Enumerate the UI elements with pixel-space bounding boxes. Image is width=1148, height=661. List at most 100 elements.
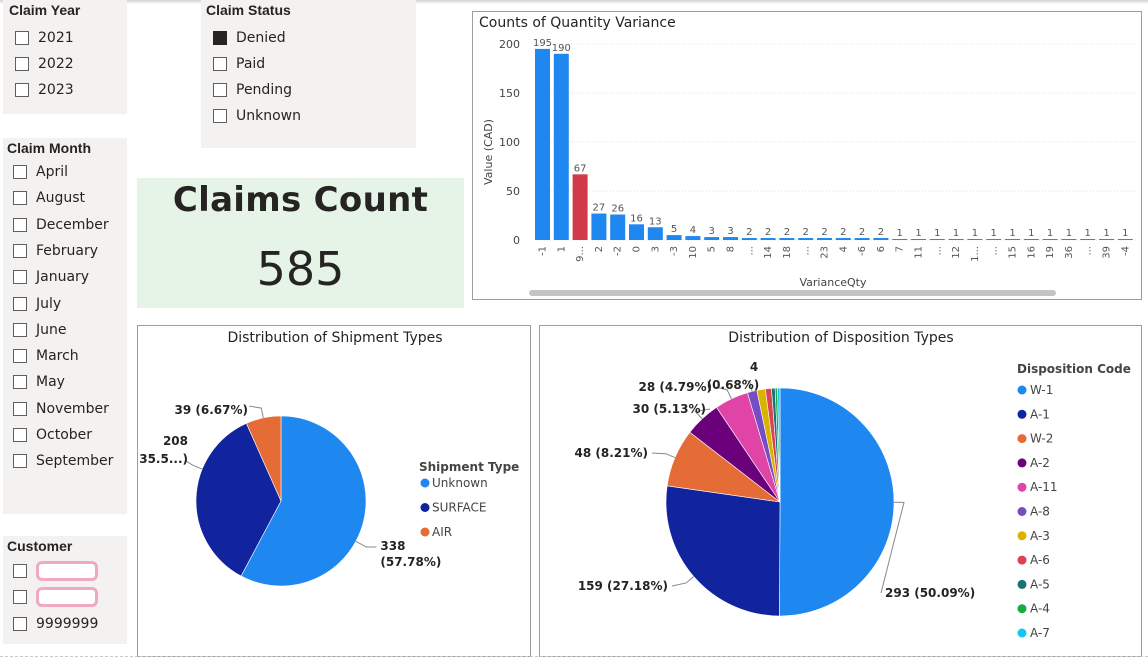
checkbox[interactable] bbox=[13, 217, 27, 232]
slicer-item-january[interactable]: January bbox=[13, 267, 89, 287]
checkbox[interactable] bbox=[213, 57, 227, 71]
pie-slice-a-1[interactable] bbox=[665, 485, 781, 617]
checkbox[interactable] bbox=[13, 617, 27, 631]
slicer-item-pending[interactable]: Pending bbox=[213, 80, 292, 100]
legend-item-air[interactable]: AIR bbox=[432, 525, 452, 539]
slicer-item-2022[interactable]: 2022 bbox=[15, 54, 74, 74]
bar[interactable] bbox=[704, 237, 720, 240]
bar[interactable] bbox=[967, 239, 983, 240]
legend-marker bbox=[1017, 482, 1027, 492]
quantity-variance-chart[interactable]: Counts of Quantity Variance 0 50 100 150 200… bbox=[472, 11, 1142, 300]
legend-item-a-2[interactable]: A-2 bbox=[1030, 456, 1050, 470]
bar[interactable] bbox=[854, 238, 870, 240]
bar[interactable] bbox=[553, 53, 569, 240]
bar[interactable] bbox=[1099, 239, 1114, 240]
slicer-item-november[interactable]: November bbox=[13, 399, 109, 419]
slicer-item-june[interactable]: June bbox=[13, 320, 67, 340]
claims-count-card[interactable]: Claims Count 585 bbox=[137, 178, 464, 308]
checkbox[interactable] bbox=[13, 191, 27, 206]
bar[interactable] bbox=[1080, 239, 1096, 240]
checkbox[interactable] bbox=[13, 428, 27, 442]
bar[interactable] bbox=[1042, 239, 1058, 240]
checkbox[interactable] bbox=[13, 564, 27, 578]
bar[interactable] bbox=[873, 238, 889, 240]
bar[interactable] bbox=[798, 238, 814, 240]
legend-item-a-1[interactable]: A-1 bbox=[1030, 407, 1050, 421]
pie-slice-w-1[interactable] bbox=[779, 387, 895, 617]
slicer-item-2021[interactable]: 2021 bbox=[15, 28, 74, 48]
bar[interactable] bbox=[629, 224, 644, 240]
checkbox-checked[interactable] bbox=[213, 31, 227, 45]
checkbox[interactable] bbox=[13, 296, 27, 311]
checkbox[interactable] bbox=[213, 109, 227, 123]
checkbox[interactable] bbox=[13, 165, 27, 179]
bar[interactable] bbox=[666, 235, 682, 240]
data-label: 208 bbox=[163, 434, 188, 448]
bar[interactable] bbox=[610, 214, 626, 240]
slicer-item-december[interactable]: December bbox=[13, 215, 109, 235]
checkbox[interactable] bbox=[13, 375, 27, 390]
bar[interactable] bbox=[591, 213, 607, 240]
checkbox[interactable] bbox=[13, 454, 27, 469]
legend-item-a-4[interactable]: A-4 bbox=[1030, 602, 1050, 616]
slicer-item-customer-redacted-1[interactable] bbox=[13, 561, 98, 581]
bar[interactable] bbox=[572, 174, 588, 240]
slicer-item-october[interactable]: October bbox=[13, 425, 92, 445]
checkbox[interactable] bbox=[13, 349, 27, 364]
slicer-item-august[interactable]: August bbox=[13, 188, 85, 208]
slicer-item-july[interactable]: July bbox=[13, 294, 61, 314]
horizontal-scrollbar[interactable] bbox=[529, 290, 1056, 296]
bar[interactable] bbox=[779, 238, 795, 240]
slicer-item-march[interactable]: March bbox=[13, 346, 79, 366]
bar[interactable] bbox=[986, 239, 1002, 240]
checkbox[interactable] bbox=[15, 83, 29, 97]
slicer-item-customer-redacted-2[interactable] bbox=[13, 587, 98, 607]
slicer-item-april[interactable]: April bbox=[13, 162, 68, 182]
legend-item-a-3[interactable]: A-3 bbox=[1030, 529, 1050, 543]
bar[interactable] bbox=[1117, 239, 1133, 240]
slicer-item-denied[interactable]: Denied bbox=[213, 28, 286, 48]
checkbox[interactable] bbox=[13, 401, 27, 416]
bar[interactable] bbox=[1005, 239, 1020, 240]
legend-item-a-7[interactable]: A-7 bbox=[1030, 626, 1050, 640]
legend-item-a-11[interactable]: A-11 bbox=[1030, 480, 1058, 494]
bar[interactable] bbox=[723, 237, 738, 240]
checkbox[interactable] bbox=[13, 590, 27, 604]
bar[interactable] bbox=[685, 236, 701, 240]
slicer-item-february[interactable]: February bbox=[13, 241, 98, 261]
checkbox[interactable] bbox=[13, 243, 27, 258]
legend-item-w-1[interactable]: W-1 bbox=[1030, 383, 1053, 397]
slicer-item-september[interactable]: September bbox=[13, 451, 113, 471]
slicer-item-unknown[interactable]: Unknown bbox=[213, 106, 301, 126]
slicer-item-2023[interactable]: 2023 bbox=[15, 80, 74, 100]
slicer-item-9999999[interactable]: 9999999 bbox=[13, 614, 98, 634]
bar[interactable] bbox=[760, 238, 776, 240]
bar[interactable] bbox=[817, 238, 832, 240]
bar[interactable] bbox=[741, 238, 757, 240]
checkbox[interactable] bbox=[13, 322, 27, 337]
bar[interactable] bbox=[948, 239, 964, 240]
bar[interactable] bbox=[647, 227, 663, 240]
slicer-item-may[interactable]: May bbox=[13, 372, 65, 392]
legend-item-surface[interactable]: SURFACE bbox=[432, 501, 487, 515]
bar[interactable] bbox=[835, 238, 851, 240]
checkbox[interactable] bbox=[213, 83, 227, 97]
slicer-item-paid[interactable]: Paid bbox=[213, 54, 265, 74]
bar[interactable] bbox=[535, 48, 550, 241]
legend-item-unknown[interactable]: Unknown bbox=[432, 476, 488, 490]
bar[interactable] bbox=[892, 239, 908, 240]
bar[interactable] bbox=[929, 239, 945, 240]
legend-item-a-8[interactable]: A-8 bbox=[1030, 505, 1050, 519]
disposition-types-pie[interactable]: Distribution of Disposition Types 293 (5… bbox=[539, 325, 1142, 657]
checkbox[interactable] bbox=[15, 57, 29, 71]
bar[interactable] bbox=[911, 239, 926, 240]
legend-item-w-2[interactable]: W-2 bbox=[1030, 432, 1053, 446]
shipment-types-pie[interactable]: Distribution of Shipment Types 338 (57.78… bbox=[134, 325, 531, 657]
bar[interactable] bbox=[1023, 239, 1039, 240]
bar[interactable] bbox=[1061, 239, 1077, 240]
legend-item-a-5[interactable]: A-5 bbox=[1030, 577, 1050, 591]
x-tick-label: ... bbox=[932, 246, 943, 256]
checkbox[interactable] bbox=[15, 31, 29, 45]
checkbox[interactable] bbox=[13, 270, 27, 285]
legend-item-a-6[interactable]: A-6 bbox=[1030, 553, 1050, 567]
